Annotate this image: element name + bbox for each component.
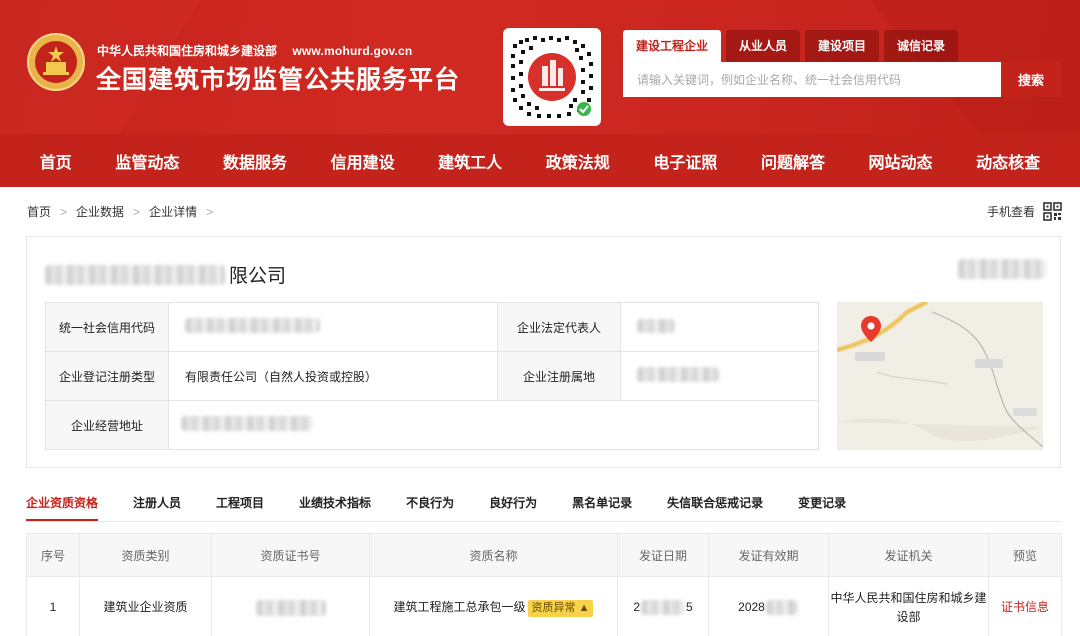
search-tab-personnel[interactable]: 从业人员 bbox=[726, 30, 801, 62]
qualification-category: 建筑业企业资质 bbox=[79, 576, 212, 636]
redacted-company-name bbox=[45, 264, 225, 285]
nav-item-e-certificates[interactable]: 电子证照 bbox=[647, 149, 723, 173]
column-header: 资质名称 bbox=[369, 533, 618, 577]
breadcrumb-home[interactable]: 首页 bbox=[27, 203, 51, 220]
redacted-address bbox=[181, 416, 313, 431]
qualifications-table: 序号 资质类别 资质证书号 资质名称 发证日期 发证有效期 发证机关 预览 1 … bbox=[26, 533, 1062, 636]
mobile-view-label: 手机查看 bbox=[986, 205, 1035, 219]
column-header: 预览 bbox=[988, 533, 1062, 577]
ministry-name: 中华人民共和国住房和城乡建设部 bbox=[97, 44, 278, 58]
address-value bbox=[168, 400, 819, 450]
issue-date-prefix: 2 bbox=[633, 600, 640, 614]
tab-change-records[interactable]: 变更记录 bbox=[798, 486, 846, 521]
row-index: 1 bbox=[26, 576, 80, 636]
issue-date-suffix: 5 bbox=[686, 600, 693, 614]
reg-type-label: 企业登记注册类型 bbox=[45, 351, 169, 401]
redacted-credit-code bbox=[185, 318, 320, 333]
chevron-right-icon: > bbox=[133, 204, 141, 219]
nav-item-site-news[interactable]: 网站动态 bbox=[863, 149, 939, 173]
tab-performance-metrics[interactable]: 业绩技术指标 bbox=[299, 486, 371, 521]
qr-code-icon bbox=[1043, 202, 1062, 221]
column-header: 发证日期 bbox=[617, 533, 709, 577]
detail-tabs: 企业资质资格 注册人员 工程项目 业绩技术指标 不良行为 良好行为 黑名单记录 … bbox=[26, 486, 1061, 522]
warning-icon: ▲ bbox=[578, 602, 590, 614]
nav-item-faq[interactable]: 问题解答 bbox=[755, 149, 831, 173]
tab-qualifications[interactable]: 企业资质资格 bbox=[26, 486, 99, 521]
qualification-name-cell: 建筑工程施工总承包一级 资质异常 ▲ bbox=[369, 576, 618, 636]
map-image bbox=[837, 302, 1043, 450]
mini-program-qr-code bbox=[503, 28, 601, 126]
qualification-name: 建筑工程施工总承包一级 bbox=[393, 600, 526, 614]
redacted-reg-location bbox=[637, 367, 719, 382]
nav-item-credit[interactable]: 信用建设 bbox=[325, 149, 401, 173]
preview-cell: 证书信息 bbox=[988, 576, 1062, 636]
ministry-line: 中华人民共和国住房和城乡建设部 www.mohurd.gov.cn bbox=[97, 42, 412, 59]
breadcrumb: 首页 > 企业数据 > 企业详情 > bbox=[27, 203, 222, 220]
legal-rep-label: 企业法定代表人 bbox=[497, 302, 621, 352]
ministry-url[interactable]: www.mohurd.gov.cn bbox=[292, 44, 412, 58]
nav-item-regulatory-news[interactable]: 监管动态 bbox=[109, 149, 185, 173]
redacted-certificate-number bbox=[255, 599, 326, 616]
table-row: 1 建筑业企业资质 建筑工程施工总承包一级 资质异常 ▲ 25 2028 中华人民… bbox=[26, 576, 1062, 636]
issue-date: 25 bbox=[617, 576, 709, 636]
nav-item-policies[interactable]: 政策法规 bbox=[540, 149, 616, 173]
redacted-header-info bbox=[958, 259, 1046, 279]
certificate-number bbox=[211, 576, 370, 636]
column-header: 资质证书号 bbox=[211, 533, 370, 577]
reg-location-label: 企业注册属地 bbox=[497, 351, 621, 401]
redacted-issue-date bbox=[641, 600, 685, 616]
nav-item-home[interactable]: 首页 bbox=[34, 149, 78, 173]
company-name-suffix: 限公司 bbox=[229, 266, 287, 287]
search-tab-projects[interactable]: 建设项目 bbox=[805, 30, 880, 62]
nav-item-dynamic-verification[interactable]: 动态核查 bbox=[970, 149, 1046, 173]
reg-type-value: 有限责任公司（自然人投资或控股） bbox=[168, 351, 498, 401]
badge-label: 资质异常 bbox=[531, 602, 576, 614]
company-name: 限公司 bbox=[45, 261, 286, 288]
credit-code-label: 统一社会信用代码 bbox=[45, 302, 169, 352]
chevron-right-icon: > bbox=[206, 204, 214, 219]
qualification-abnormal-badge: 资质异常 ▲ bbox=[527, 600, 594, 617]
national-emblem-icon bbox=[26, 32, 86, 92]
tab-good-conduct[interactable]: 良好行为 bbox=[489, 486, 537, 521]
redacted-valid-until bbox=[765, 600, 798, 616]
qr-code-image bbox=[509, 34, 595, 120]
search-tab-enterprise[interactable]: 建设工程企业 bbox=[623, 30, 722, 62]
valid-until-prefix: 2028 bbox=[738, 600, 765, 614]
legal-rep-value bbox=[620, 302, 819, 352]
valid-until: 2028 bbox=[708, 576, 829, 636]
tab-registered-personnel[interactable]: 注册人员 bbox=[133, 486, 181, 521]
search-tab-credit-records[interactable]: 诚信记录 bbox=[884, 30, 959, 62]
column-header: 发证机关 bbox=[828, 533, 989, 577]
tab-bad-conduct[interactable]: 不良行为 bbox=[406, 486, 454, 521]
platform-title: 全国建筑市场监管公共服务平台 bbox=[96, 66, 461, 94]
nav-item-workers[interactable]: 建筑工人 bbox=[432, 149, 508, 173]
credit-code-value bbox=[168, 302, 498, 352]
breadcrumb-enterprise-data[interactable]: 企业数据 bbox=[76, 203, 124, 220]
chevron-right-icon: > bbox=[60, 204, 68, 219]
search-category-tabs: 建设工程企业 从业人员 建设项目 诚信记录 bbox=[623, 30, 959, 62]
column-header: 发证有效期 bbox=[708, 533, 829, 577]
redacted-legal-rep bbox=[637, 318, 675, 333]
company-info-table: 统一社会信用代码 企业法定代表人 企业登记注册类型 有限责任公司（自然人投资或控… bbox=[45, 302, 819, 450]
column-header: 资质类别 bbox=[79, 533, 212, 577]
address-label: 企业经营地址 bbox=[45, 400, 169, 450]
nav-item-data-services[interactable]: 数据服务 bbox=[217, 149, 293, 173]
company-info-card: 限公司 统一社会信用代码 企业法定代表人 企业登记注册类型 有限责任公司（自然人… bbox=[26, 236, 1061, 468]
search-input[interactable] bbox=[623, 62, 1000, 97]
table-header-row: 序号 资质类别 资质证书号 资质名称 发证日期 发证有效期 发证机关 预览 bbox=[26, 533, 1062, 577]
main-nav: 首页 监管动态 数据服务 信用建设 建筑工人 政策法规 电子证照 问题解答 网站… bbox=[0, 134, 1080, 187]
issuing-authority: 中华人民共和国住房和城乡建设部 bbox=[828, 576, 989, 636]
tab-blacklist[interactable]: 黑名单记录 bbox=[572, 486, 632, 521]
tab-joint-punishment[interactable]: 失信联合惩戒记录 bbox=[667, 486, 763, 521]
certificate-info-link[interactable]: 证书信息 bbox=[1001, 600, 1049, 614]
breadcrumb-enterprise-detail: 企业详情 bbox=[149, 205, 198, 219]
reg-location-value bbox=[620, 351, 819, 401]
column-header: 序号 bbox=[26, 533, 80, 577]
search-button[interactable]: 搜索 bbox=[1000, 62, 1061, 97]
location-map[interactable] bbox=[837, 302, 1043, 450]
tab-projects[interactable]: 工程项目 bbox=[216, 486, 264, 521]
site-header: 中华人民共和国住房和城乡建设部 www.mohurd.gov.cn 全国建筑市场… bbox=[0, 0, 1080, 134]
mobile-view-link[interactable]: 手机查看 bbox=[987, 202, 1062, 221]
